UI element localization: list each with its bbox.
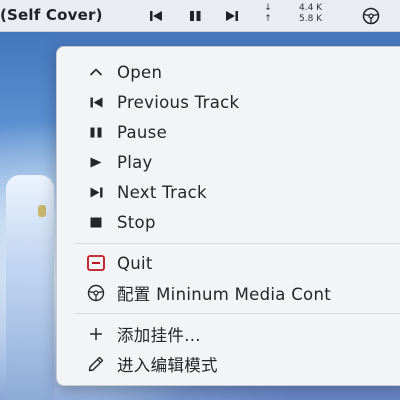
plus-icon [87,325,105,343]
steering-wheel-button[interactable] [361,7,381,25]
menu-item-next-track[interactable]: Next Track [57,178,400,206]
menu-item-quit[interactable]: Quit [57,249,400,277]
next-track-icon [226,11,238,21]
previous-track-icon [87,93,105,111]
menu-item-label: Pause [117,122,168,142]
pause-button[interactable] [187,8,203,24]
menu-separator [75,313,400,314]
menu-item-label: Play [117,152,153,172]
play-icon [87,153,105,171]
menu-item-add-widgets[interactable]: 添加挂件... [57,320,400,348]
arrow-down-icon: ↓ [264,3,272,13]
wallpaper-figure [6,175,54,400]
menu-item-label: Quit [117,253,153,273]
network-speed-arrows: ↓ ↑ [262,3,274,25]
pause-icon [87,123,105,141]
menu-item-label: Stop [117,212,156,232]
pencil-icon [87,355,105,373]
menu-item-pause[interactable]: Pause [57,118,400,146]
media-title[interactable]: (Self Cover) [0,6,103,24]
chevron-up-icon [87,63,105,81]
menu-item-enter-edit-mode[interactable]: 进入编辑模式 [57,350,400,378]
net-down-value: 5.8 K [299,14,323,24]
menu-item-stop[interactable]: Stop [57,208,400,236]
next-track-icon [87,183,105,201]
menu-item-open[interactable]: Open [57,58,400,86]
menu-item-label: Open [117,62,163,82]
menu-item-label: 进入编辑模式 [117,356,218,375]
quit-icon [87,254,105,272]
menu-item-label: 配置 Mininum Media Cont [117,285,331,304]
previous-track-button[interactable] [148,8,164,24]
menu-separator [75,243,400,244]
pause-icon [190,11,201,21]
arrow-up-icon: ↑ [264,14,272,24]
wallpaper-accent [38,205,46,217]
next-track-button[interactable] [224,8,240,24]
menu-item-label: Next Track [117,182,207,202]
menu-item-play[interactable]: Play [57,148,400,176]
menu-item-previous-track[interactable]: Previous Track [57,88,400,116]
stop-icon [87,213,105,231]
previous-track-icon [150,11,162,21]
media-context-menu: Open Previous Track Pause Play Next Trac… [56,46,400,386]
menu-item-label: 添加挂件... [117,326,201,345]
top-panel: (Self Cover) ↓ ↑ 4.4 K 5.8 K [0,0,400,32]
menu-item-label: Previous Track [117,92,240,112]
settings-icon [87,284,105,302]
net-up-value: 4.4 K [299,3,323,13]
steering-wheel-icon [362,7,380,25]
network-speed-widget[interactable]: 4.4 K 5.8 K [299,3,322,25]
menu-item-configure[interactable]: 配置 Mininum Media Cont [57,279,400,307]
